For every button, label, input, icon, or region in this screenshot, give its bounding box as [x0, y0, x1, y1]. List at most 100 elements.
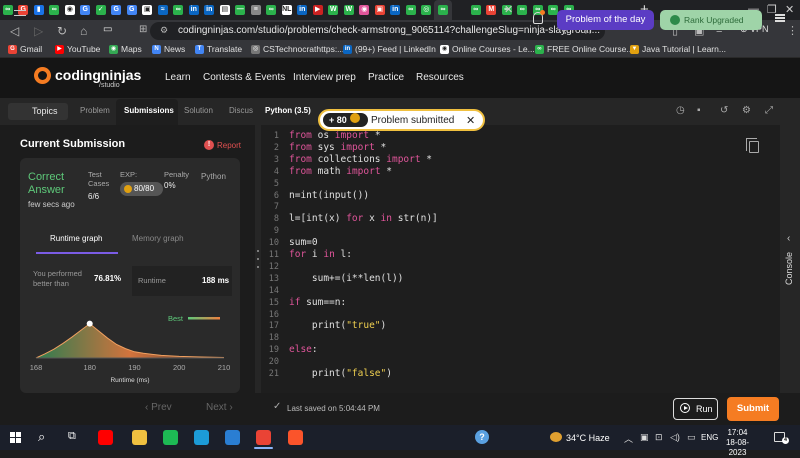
drag-handle-dot[interactable]: [257, 266, 259, 268]
browser-tab[interactable]: in: [186, 0, 202, 20]
language-select[interactable]: Python (3.5): [265, 106, 311, 115]
browser-tab[interactable]: NL: [279, 0, 295, 20]
bookmark-item[interactable]: ◎ CSTechnocrathttps:...: [251, 44, 344, 54]
browser-tab[interactable]: W: [341, 0, 357, 20]
home-icon[interactable]: ⌂: [80, 24, 87, 38]
copy-icon[interactable]: [746, 138, 759, 153]
reload-icon[interactable]: ↻: [57, 24, 67, 38]
code-line[interactable]: print("false"): [289, 368, 392, 379]
browser-tab[interactable]: G: [109, 0, 125, 20]
next-button[interactable]: Next ›: [206, 402, 233, 413]
window-close-icon[interactable]: ✕: [785, 3, 794, 16]
spotify-icon[interactable]: [163, 430, 178, 445]
back-icon[interactable]: ◁: [10, 24, 19, 38]
bookmark-item[interactable]: in (99+) Feed | LinkedIn: [343, 44, 436, 54]
bookmark-item[interactable]: T Translate: [195, 44, 242, 54]
nav-resources[interactable]: Resources: [416, 72, 464, 83]
logo-icon[interactable]: [34, 67, 51, 84]
logo-text[interactable]: codingninjas: [55, 67, 141, 83]
bookmark-item[interactable]: ▶ YouTube: [55, 44, 100, 54]
url-bar[interactable]: ⚙ codingninjas.com/studio/problems/check…: [150, 22, 605, 40]
nav-learn[interactable]: Learn: [165, 72, 191, 83]
browser-tab[interactable]: ∞: [47, 0, 63, 20]
browser-tab[interactable]: ◎: [419, 0, 435, 20]
file-explorer-icon[interactable]: [132, 430, 147, 445]
camera-icon[interactable]: ▣: [640, 432, 649, 443]
browser-tab[interactable]: ∞: [264, 0, 280, 20]
nav-interview-prep[interactable]: Interview prep: [293, 72, 356, 83]
code-editor[interactable]: 1 from os import * 2 from sys import * 3 from…: [261, 125, 780, 393]
brave-icon[interactable]: [288, 430, 303, 445]
chrome-icon[interactable]: [256, 430, 271, 445]
browser-tab[interactable]: ≡: [248, 0, 264, 20]
nav-practice[interactable]: Practice: [368, 72, 404, 83]
tab-close-icon[interactable]: ✕: [504, 3, 513, 16]
tab-discuss[interactable]: Discus: [229, 106, 253, 115]
code-line[interactable]: from collections import *: [289, 154, 432, 165]
browser-tab[interactable]: ∞: [171, 0, 187, 20]
browser-tab[interactable]: ▣: [372, 0, 388, 20]
code-line[interactable]: from os import *: [289, 130, 381, 141]
report-link[interactable]: Report: [217, 141, 241, 150]
chevron-left-icon[interactable]: ‹: [787, 233, 790, 244]
browser-tab[interactable]: —: [233, 0, 249, 20]
topics-button[interactable]: Topics: [8, 103, 68, 120]
fullscreen-icon[interactable]: ⤢: [765, 105, 773, 116]
code-line[interactable]: l=[int(x) for x in str(n)]: [289, 213, 438, 224]
code-line[interactable]: sum=0: [289, 237, 318, 248]
help-icon[interactable]: ?: [475, 430, 489, 444]
youtube-app-icon[interactable]: [98, 430, 113, 445]
task-view-icon[interactable]: ⧉: [68, 430, 76, 443]
bookmark-item[interactable]: G Gmail: [8, 44, 42, 54]
search-icon[interactable]: ⌕: [38, 429, 45, 445]
code-line[interactable]: else:: [289, 344, 318, 355]
code-line[interactable]: if sum==n:: [289, 297, 346, 308]
browser-tab[interactable]: ✓: [93, 0, 109, 20]
weather-text[interactable]: 34°C Haze: [566, 433, 610, 443]
browser-tab[interactable]: ◉: [62, 0, 78, 20]
browser-tab[interactable]: ∞: [515, 0, 531, 20]
edge-icon[interactable]: [194, 430, 209, 445]
clock[interactable]: 17:04 18-08-2023: [720, 428, 755, 458]
browser-tab-active[interactable]: ∞: [434, 0, 452, 20]
browser-tab[interactable]: ∞: [468, 0, 484, 20]
network-icon[interactable]: ⊡: [655, 432, 663, 443]
submit-button[interactable]: Submit: [727, 397, 779, 421]
browser-tab[interactable]: W: [326, 0, 342, 20]
browser-tab[interactable]: M: [484, 0, 500, 20]
timer-icon[interactable]: ◷: [676, 105, 685, 116]
bookmark-item[interactable]: ◉ Maps: [109, 44, 142, 54]
tab-solution[interactable]: Solution: [184, 106, 213, 115]
code-line[interactable]: print("true"): [289, 320, 386, 331]
tab-bookmark-icon[interactable]: ⊞: [139, 24, 147, 35]
bookmark-item[interactable]: ◉ Online Courses - Le...: [440, 44, 535, 54]
vscode-icon[interactable]: [225, 430, 240, 445]
browser-tab[interactable]: ◉: [357, 0, 373, 20]
your-runtime-marker[interactable]: [86, 320, 93, 327]
code-line[interactable]: sum+=(i**len(l)): [289, 273, 404, 284]
problem-of-the-day-button[interactable]: Problem of the day: [557, 10, 654, 30]
battery-icon[interactable]: ▭: [687, 432, 696, 443]
tab-runtime-graph[interactable]: Runtime graph: [50, 234, 102, 243]
tab-submissions[interactable]: Submissions: [124, 106, 174, 115]
browser-tab[interactable]: G: [124, 0, 140, 20]
more-icon[interactable]: ⋮: [787, 24, 798, 37]
drag-handle-dot[interactable]: [257, 258, 259, 260]
reset-icon[interactable]: ↺: [720, 105, 728, 116]
browser-tab[interactable]: G: [78, 0, 94, 20]
forward-icon[interactable]: ▷: [34, 24, 43, 38]
bookmark-item[interactable]: N News: [152, 44, 185, 54]
bookmark-page-icon[interactable]: ▭: [103, 24, 112, 35]
site-info-icon[interactable]: ⚙: [160, 25, 168, 36]
browser-tab[interactable]: ≈: [155, 0, 171, 20]
browser-tab[interactable]: in: [295, 0, 311, 20]
chevron-up-icon[interactable]: ︿: [624, 432, 633, 445]
browser-tab[interactable]: ▮: [31, 0, 47, 20]
report-icon[interactable]: !: [204, 140, 214, 150]
prev-button[interactable]: ‹ Prev: [145, 402, 172, 413]
code-line[interactable]: n=int(input()): [289, 190, 369, 201]
console-label[interactable]: Console: [784, 252, 794, 285]
bookmark-item[interactable]: ∞ FREE Online Course...: [535, 44, 633, 54]
tab-memory-graph[interactable]: Memory graph: [132, 234, 184, 243]
tab-problem[interactable]: Problem: [80, 106, 110, 115]
